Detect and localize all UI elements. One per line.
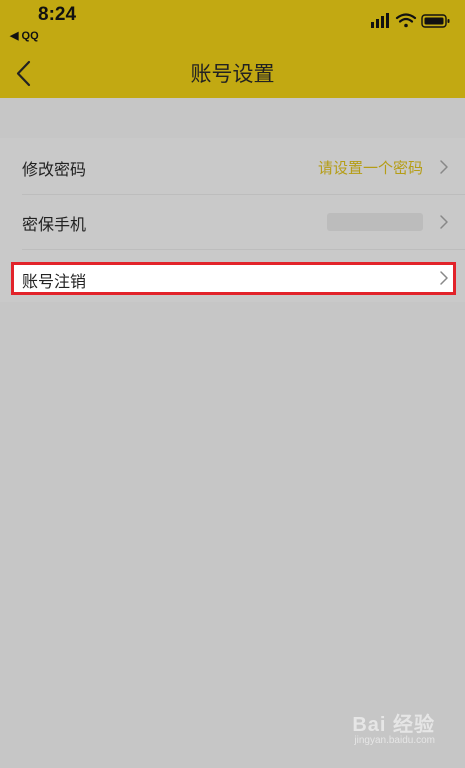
app-header: 8:24 ◀ QQ 账号设置 — [0, 0, 465, 98]
settings-list: 修改密码 请设置一个密码 密保手机 账号注销 — [0, 138, 465, 302]
account-cancel-label: 账号注销 — [22, 272, 87, 291]
status-time: 8:24 — [38, 4, 77, 25]
change-password-label: 修改密码 — [22, 160, 87, 179]
back-to-app-link[interactable]: ◀ QQ — [10, 29, 39, 42]
page-title: 账号设置 — [190, 62, 275, 86]
wifi-icon — [395, 13, 417, 28]
signal-icon — [371, 13, 389, 28]
security-phone-value-blurred — [327, 213, 423, 231]
settings-row-security-phone[interactable]: 密保手机 — [0, 195, 465, 249]
change-password-value: 请设置一个密码 — [317, 159, 423, 177]
status-icons — [371, 13, 451, 29]
chevron-right-icon — [440, 215, 448, 229]
security-phone-label: 密保手机 — [22, 215, 87, 234]
settings-row-account-cancel[interactable]: 账号注销 — [11, 262, 456, 295]
watermark: Bai 经验 jingyan.baidu.com — [352, 708, 435, 746]
status-bar: 8:24 ◀ QQ — [0, 0, 465, 46]
watermark-sub: jingyan.baidu.com — [354, 735, 435, 746]
watermark-main: Bai 经验 — [352, 714, 435, 736]
settings-row-change-password[interactable]: 修改密码 请设置一个密码 — [0, 140, 465, 194]
chevron-right-icon — [440, 160, 448, 174]
battery-icon — [421, 14, 450, 28]
divider — [22, 249, 465, 250]
nav-bar: 账号设置 — [0, 46, 465, 98]
chevron-right-icon — [440, 271, 448, 285]
